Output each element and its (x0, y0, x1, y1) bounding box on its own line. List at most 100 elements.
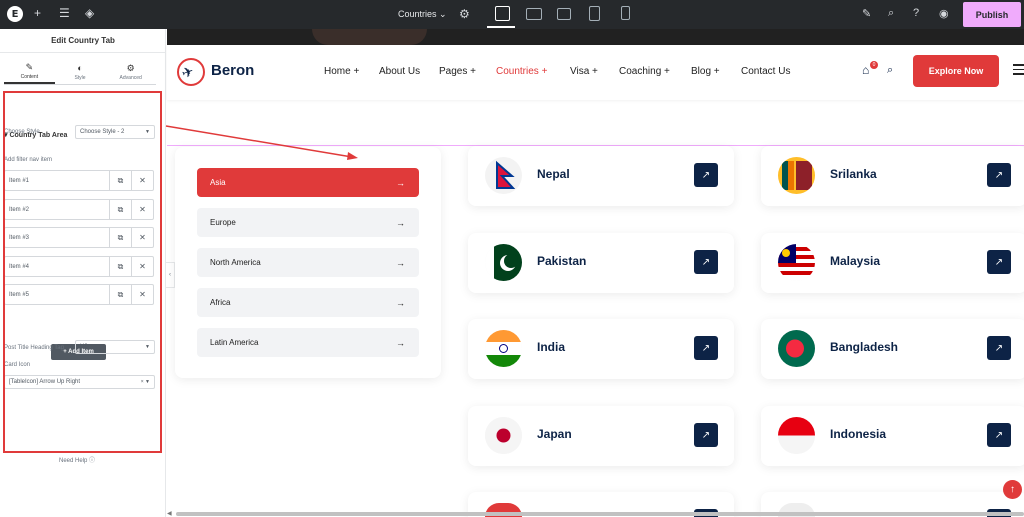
help-circle-icon: ⓘ (89, 458, 96, 464)
tab-content-label: Content (20, 74, 39, 80)
country-name: Indonesia (830, 427, 887, 441)
india-flag-icon (485, 330, 522, 367)
add-element-icon[interactable]: + (34, 6, 41, 20)
site-settings-icon[interactable]: ☰ (59, 6, 70, 20)
horizontal-scrollbar[interactable] (176, 512, 1024, 516)
nav-item[interactable]: Pages + (439, 66, 476, 77)
pencil-icon: ✎ (25, 62, 34, 72)
bangladesh-flag-icon (778, 330, 815, 367)
nav-item[interactable]: Coaching + (619, 66, 670, 77)
nav-item[interactable]: About Us (379, 66, 420, 77)
tab-advanced[interactable]: ⚙ Advanced (105, 61, 156, 84)
cart-count-badge: 0 (870, 61, 878, 69)
country-card[interactable]: Malaysia ↗ (761, 233, 1024, 293)
plane-icon: ✈ (179, 62, 196, 82)
srilanka-flag-icon (778, 157, 815, 194)
region-label: Africa (210, 298, 231, 307)
nav-item[interactable]: Visa + (570, 66, 598, 77)
tab-content[interactable]: ✎ Content (4, 61, 55, 84)
editor-top-bar: E + ☰ ◈ Countries ⌄ ⚙ ✎ ⌕ ? ◉ Publish (0, 0, 1024, 29)
nav-item[interactable]: Blog + (691, 66, 720, 77)
mobile-view-icon[interactable] (621, 6, 630, 20)
nav-item[interactable]: Contact Us (741, 66, 790, 77)
region-tab-active[interactable]: Asia → (197, 168, 419, 197)
need-help-label: Need Help (59, 458, 88, 464)
region-tab[interactable]: Africa → (197, 288, 419, 317)
region-tab[interactable]: Europe → (197, 208, 419, 237)
need-help-link[interactable]: Need Help ⓘ (59, 455, 95, 464)
editor-panel: Edit Country Tab ✎ Content ◐ Style ⚙ Adv… (0, 29, 166, 517)
region-filter-card: Asia → Europe → North America → Africa → Lat… (175, 147, 441, 378)
panel-title: Edit Country Tab (0, 29, 166, 53)
scroll-to-top-button[interactable]: ↑ (1003, 480, 1022, 499)
region-tab[interactable]: North America → (197, 248, 419, 277)
tablet-landscape-view-icon[interactable] (557, 8, 571, 20)
laptop-view-icon[interactable] (526, 8, 542, 20)
country-card[interactable]: Pakistan ↗ (468, 233, 734, 293)
arrow-up-right-icon[interactable]: ↗ (987, 423, 1011, 447)
tab-advanced-label: Advanced (119, 75, 142, 81)
region-label: Latin America (210, 338, 259, 347)
gear-icon: ⚙ (126, 63, 135, 73)
country-card[interactable]: Japan ↗ (468, 406, 734, 466)
explore-now-button[interactable]: Explore Now (913, 55, 999, 87)
search-icon[interactable]: ⌕ (887, 64, 893, 77)
arrow-right-icon: → (396, 337, 405, 348)
structure-icon[interactable]: ◈ (85, 6, 94, 20)
arrow-up-right-icon[interactable]: ↗ (694, 250, 718, 274)
preview-eye-icon[interactable]: ◉ (939, 7, 949, 20)
country-name: Japan (537, 427, 572, 441)
tab-style[interactable]: ◐ Style (55, 61, 106, 84)
highlight-frame (3, 91, 162, 453)
nav-item-active[interactable]: Countries + (496, 66, 547, 77)
help-icon[interactable]: ? (913, 7, 919, 19)
search-icon[interactable]: ⌕ (888, 7, 894, 20)
country-name: Malaysia (830, 254, 881, 268)
country-card[interactable]: Indonesia ↗ (761, 406, 1024, 466)
tab-style-label: Style (74, 75, 86, 81)
japan-flag-icon (485, 417, 522, 454)
arrow-up-right-icon[interactable]: ↗ (987, 163, 1011, 187)
hamburger-menu-icon[interactable] (1013, 64, 1024, 78)
site-header: ✈ Beron Home + About Us Pages + Countrie… (167, 45, 1024, 100)
country-card[interactable]: Srilanka ↗ (761, 146, 1024, 206)
arrow-up-right-icon[interactable]: ↗ (694, 336, 718, 360)
panel-collapse-toggle[interactable]: ‹ (166, 262, 175, 288)
country-card[interactable]: India ↗ (468, 319, 734, 379)
arrow-right-icon: → (396, 257, 405, 268)
country-name: Pakistan (537, 254, 587, 268)
indonesia-flag-icon (778, 417, 815, 454)
arrow-up-right-icon[interactable]: ↗ (694, 423, 718, 447)
arrow-right-icon: → (396, 217, 405, 228)
country-name: India (537, 340, 566, 354)
cart-icon[interactable]: ⌂ (862, 63, 869, 77)
country-card[interactable]: Bangladesh ↗ (761, 319, 1024, 379)
region-label: North America (210, 258, 261, 267)
scroll-left-arrow-icon[interactable]: ◀ (167, 510, 172, 517)
region-tab[interactable]: Latin America → (197, 328, 419, 357)
arrow-up-right-icon[interactable]: ↗ (694, 163, 718, 187)
arrow-up-right-icon[interactable]: ↗ (987, 336, 1011, 360)
desktop-view-icon[interactable] (495, 6, 510, 21)
publish-button[interactable]: Publish (963, 2, 1021, 27)
hero-image-strip (167, 29, 1024, 45)
panel-tabs: ✎ Content ◐ Style ⚙ Advanced (4, 61, 156, 85)
page-settings-gear-icon[interactable]: ⚙ (459, 7, 470, 21)
notifications-icon[interactable]: ✎ (862, 7, 871, 20)
brand-logo-icon[interactable]: ✈ (177, 58, 205, 86)
region-label: Europe (210, 218, 236, 227)
tablet-portrait-view-icon[interactable] (589, 6, 600, 21)
nav-item[interactable]: Home + (324, 66, 359, 77)
country-name: Bangladesh (830, 340, 899, 354)
half-circle-icon: ◐ (77, 63, 83, 73)
brand-name[interactable]: Beron (211, 62, 254, 79)
arrow-up-right-icon[interactable]: ↗ (987, 250, 1011, 274)
hero-photo (312, 29, 427, 45)
country-card[interactable]: Nepal ↗ (468, 146, 734, 206)
pakistan-flag-icon (485, 244, 522, 281)
elementor-logo-icon[interactable]: E (7, 6, 23, 22)
arrow-right-icon: → (396, 177, 405, 188)
region-label: Asia (210, 178, 226, 187)
nepal-flag-icon (485, 157, 522, 194)
page-selector[interactable]: Countries ⌄ (398, 9, 447, 20)
